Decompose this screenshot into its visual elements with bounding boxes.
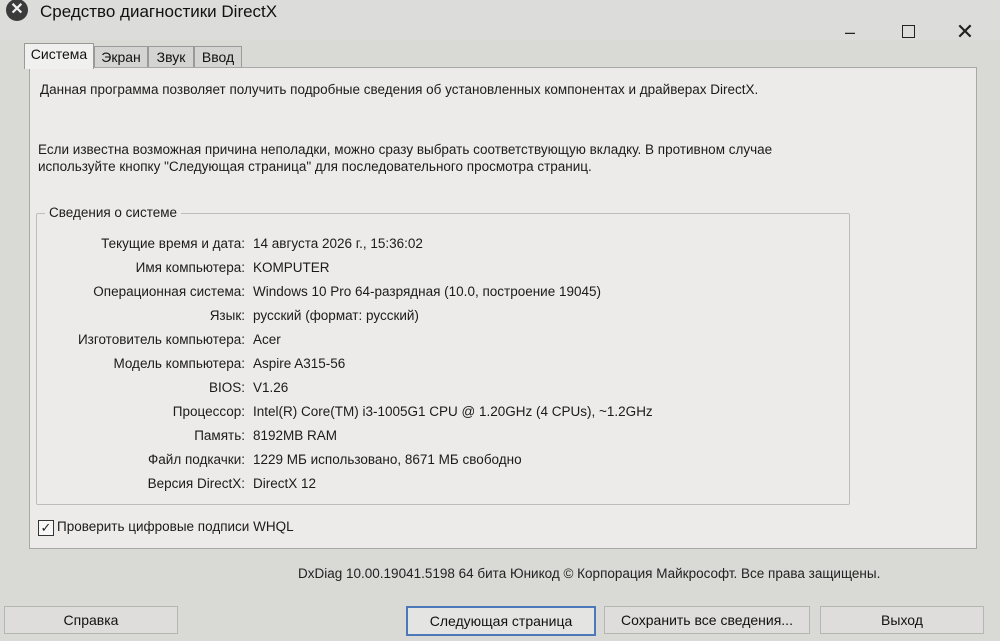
info-row-pagefile: Файл подкачки: 1229 МБ использовано, 867…	[37, 452, 837, 474]
system-info-title: Сведения о системе	[45, 205, 182, 220]
tab-system[interactable]: Система	[24, 43, 94, 69]
info-value: 14 августа 2026 г., 15:36:02	[253, 236, 423, 251]
minimize-button[interactable]: –	[830, 18, 870, 46]
maximize-button[interactable]	[888, 18, 928, 46]
info-row-memory: Память: 8192MB RAM	[37, 428, 837, 450]
system-info-group: Сведения о системе Текущие время и дата:…	[36, 205, 850, 505]
info-row-manufacturer: Изготовитель компьютера: Acer	[37, 332, 837, 354]
intro-text: Данная программа позволяет получить подр…	[40, 82, 759, 97]
copyright-text: DxDiag 10.00.19041.5198 64 бита Юникод ©…	[298, 566, 881, 581]
info-row-os: Операционная система: Windows 10 Pro 64-…	[37, 284, 837, 306]
info-row-language: Язык: русский (формат: русский)	[37, 308, 837, 330]
info-value: KOMPUTER	[253, 260, 330, 275]
whql-checkbox-label[interactable]: Проверить цифровые подписи WHQL	[57, 519, 294, 534]
tab-input[interactable]: Ввод	[194, 46, 242, 68]
info-row-computer-name: Имя компьютера: KOMPUTER	[37, 260, 837, 282]
next-page-button[interactable]: Следующая страница	[406, 606, 596, 636]
tab-sound[interactable]: Звук	[148, 46, 194, 68]
title-bar: ✕ Средство диагностики DirectX – ✕	[0, 0, 1000, 44]
info-label: Процессор:	[172, 404, 245, 419]
system-tab-panel: Данная программа позволяет получить подр…	[29, 67, 977, 581]
window-title: Средство диагностики DirectX	[40, 2, 278, 21]
info-label: Имя компьютера:	[135, 260, 245, 275]
save-all-info-button[interactable]: Сохранить все сведения...	[604, 606, 810, 634]
info-label: Текущие время и дата:	[101, 236, 245, 251]
help-button[interactable]: Справка	[4, 606, 178, 634]
info-label: Изготовитель компьютера:	[77, 332, 245, 347]
info-value: DirectX 12	[253, 476, 317, 491]
maximize-icon	[901, 25, 915, 38]
info-value: Aspire A315-56	[253, 356, 346, 371]
info-value: 8192MB RAM	[253, 428, 338, 443]
info-value: 1229 МБ использовано, 8671 МБ свободно	[253, 452, 522, 467]
info-label: Модель компьютера:	[113, 356, 245, 371]
info-label: Память:	[194, 428, 245, 443]
exit-button[interactable]: Выход	[820, 606, 984, 634]
info-value: V1.26	[253, 380, 289, 395]
info-label: Версия DirectX:	[147, 476, 245, 491]
info-label: Язык:	[209, 308, 245, 323]
close-button[interactable]: ✕	[945, 18, 985, 46]
whql-checkbox[interactable]: ✓	[38, 520, 54, 536]
info-value: Acer	[253, 332, 281, 347]
info-label: Файл подкачки:	[148, 452, 245, 467]
info-row-directx: Версия DirectX: DirectX 12	[37, 476, 837, 498]
info-label: BIOS:	[208, 380, 245, 395]
dxdiag-icon: ✕	[6, 0, 28, 21]
info-row-processor: Процессор: Intel(R) Core(TM) i3-1005G1 C…	[37, 404, 837, 426]
info-row-datetime: Текущие время и дата: 14 августа 2026 г.…	[37, 236, 837, 258]
info-value: Intel(R) Core(TM) i3-1005G1 CPU @ 1.20GH…	[253, 404, 653, 419]
info-row-bios: BIOS: V1.26	[37, 380, 837, 402]
info-value: русский (формат: русский)	[253, 308, 419, 323]
tab-display[interactable]: Экран	[94, 46, 148, 68]
info-label: Операционная система:	[93, 284, 245, 299]
intro-hint-text: Если известна возможная причина неполадк…	[38, 142, 773, 174]
info-row-model: Модель компьютера: Aspire A315-56	[37, 356, 837, 378]
info-value: Windows 10 Pro 64-разрядная (10.0, постр…	[253, 284, 602, 299]
